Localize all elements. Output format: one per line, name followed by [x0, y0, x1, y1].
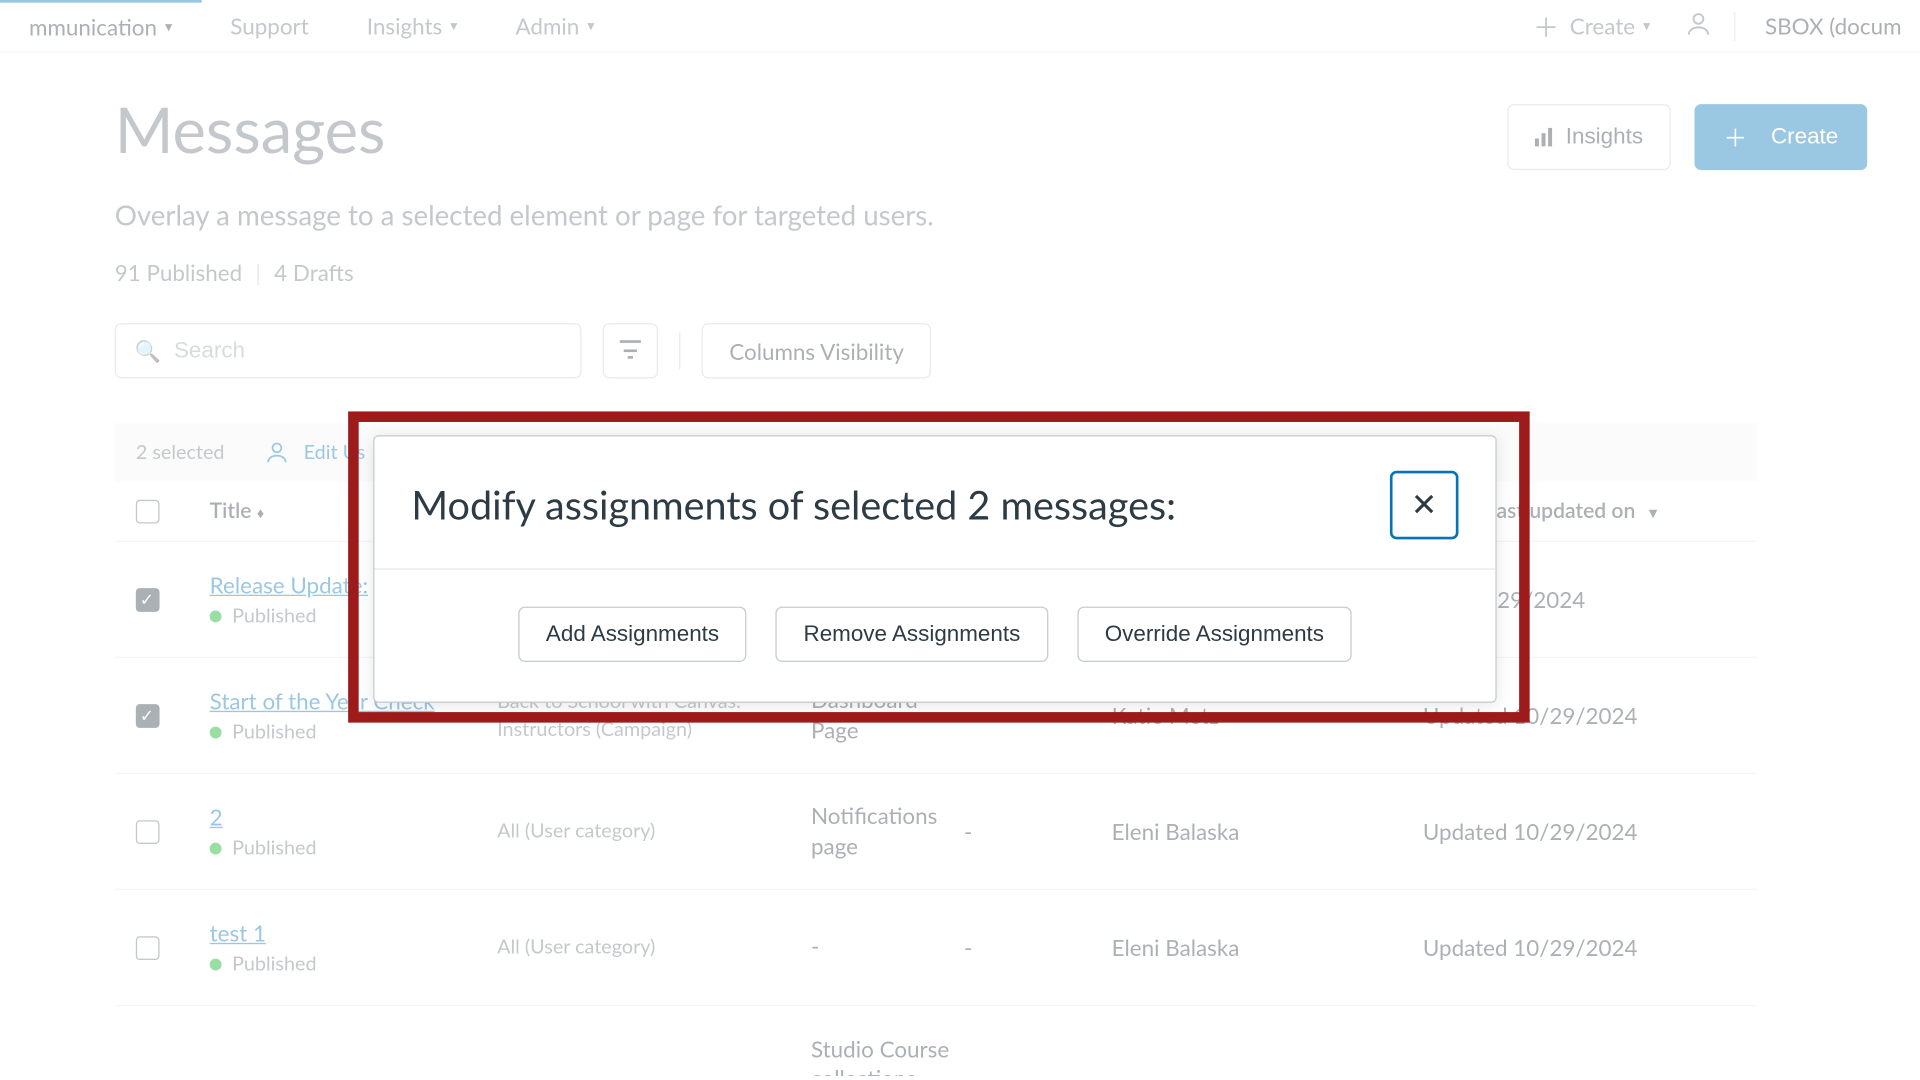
modify-assignments-modal: Modify assignments of selected 2 message… — [373, 435, 1497, 703]
remove-assignments-button[interactable]: Remove Assignments — [776, 607, 1048, 662]
override-assignments-button[interactable]: Override Assignments — [1077, 607, 1352, 662]
add-assignments-button[interactable]: Add Assignments — [518, 607, 747, 662]
close-button[interactable]: ✕ — [1390, 471, 1459, 540]
modal-title: Modify assignments of selected 2 message… — [411, 481, 1176, 528]
close-icon: ✕ — [1411, 486, 1438, 524]
